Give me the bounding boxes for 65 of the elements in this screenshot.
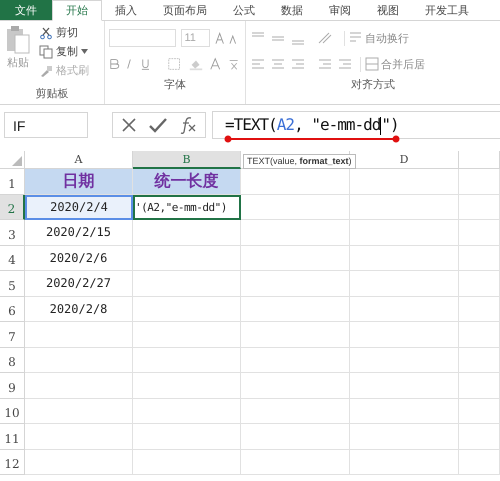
table-cell: '(A2,"e-mm-dd") bbox=[133, 194, 241, 220]
table-cell bbox=[459, 424, 500, 450]
table-cell: 日期 bbox=[25, 169, 133, 194]
table-cell bbox=[459, 450, 500, 475]
row-header[interactable]: 10 bbox=[0, 398, 25, 424]
table-cell bbox=[459, 169, 500, 194]
table-cell bbox=[459, 296, 500, 322]
group-label: 剪贴板 bbox=[34, 86, 70, 102]
table-cell: 统一长度 bbox=[133, 169, 241, 194]
ribbon-tab[interactable]: 插入 bbox=[102, 0, 150, 20]
ribbon-tab[interactable]: 视图 bbox=[364, 0, 412, 20]
clipboard-icon bbox=[5, 25, 31, 55]
caret-icon bbox=[81, 49, 88, 54]
row-header[interactable]: 8 bbox=[0, 348, 25, 373]
font-name-field[interactable] bbox=[109, 29, 176, 47]
ribbon-tab[interactable]: 数据 bbox=[268, 0, 316, 20]
ribbon-tab[interactable]: 页面布局 bbox=[150, 0, 220, 20]
copy-button[interactable]: 复制 bbox=[39, 44, 89, 59]
ribbon-tab[interactable]: 开发工具 bbox=[412, 0, 482, 20]
copy-icon bbox=[39, 44, 53, 58]
table-cell: 2020/2/27 bbox=[25, 271, 133, 296]
table-cell bbox=[459, 398, 500, 424]
table-cell bbox=[459, 322, 500, 348]
table-cell bbox=[459, 348, 500, 373]
row-header[interactable]: 4 bbox=[0, 246, 25, 271]
table-cell bbox=[459, 373, 500, 398]
row-header[interactable]: 6 bbox=[0, 296, 25, 322]
function-icon[interactable] bbox=[179, 116, 197, 134]
row-header[interactable]: 9 bbox=[0, 373, 25, 398]
function-tooltip: TEXT(value, format_text) bbox=[243, 154, 356, 169]
table-cell bbox=[459, 246, 500, 271]
merge-button[interactable]: 合并后居 bbox=[360, 56, 425, 72]
row-header[interactable]: 5 bbox=[0, 271, 25, 296]
row-header[interactable]: 7 bbox=[0, 322, 25, 348]
column-header[interactable]: B bbox=[133, 151, 241, 169]
wrap-text-button[interactable]: 自动换行 bbox=[344, 30, 409, 46]
select-all-icon[interactable] bbox=[12, 156, 22, 166]
table-cell: 2020/2/6 bbox=[25, 246, 133, 271]
check-icon[interactable] bbox=[149, 117, 167, 133]
row-header[interactable]: 12 bbox=[0, 450, 25, 475]
cut-button[interactable]: 剪切 bbox=[39, 25, 89, 40]
group-label: 字体 bbox=[163, 78, 187, 93]
column-header[interactable] bbox=[459, 151, 500, 169]
merge-icon bbox=[365, 57, 379, 71]
row-header[interactable]: 2 bbox=[0, 194, 25, 220]
ribbon-tab[interactable]: 公式 bbox=[220, 0, 268, 20]
font-color-icon[interactable] bbox=[209, 57, 222, 71]
group-label: 对齐方式 bbox=[350, 78, 396, 93]
column-header[interactable]: D bbox=[400, 153, 408, 166]
ribbon-tab[interactable]: 开始 bbox=[52, 0, 102, 21]
ribbon-tab[interactable]: 审阅 bbox=[316, 0, 364, 20]
ribbon-tab[interactable]: 文件 bbox=[0, 0, 52, 20]
row-header[interactable]: 11 bbox=[0, 424, 25, 450]
brush-icon bbox=[39, 64, 53, 78]
row-header[interactable]: 3 bbox=[0, 220, 25, 246]
table-cell bbox=[459, 271, 500, 296]
table-cell: 2020/2/15 bbox=[25, 220, 133, 246]
table-cell bbox=[459, 220, 500, 246]
scissors-icon bbox=[40, 26, 52, 39]
cancel-icon[interactable] bbox=[121, 117, 137, 133]
table-cell bbox=[459, 194, 500, 220]
table-cell: 2020/2/4 bbox=[25, 194, 133, 220]
column-header[interactable]: A bbox=[74, 153, 82, 166]
table-cell: 2020/2/8 bbox=[25, 296, 133, 322]
name-box[interactable]: IF bbox=[4, 112, 88, 138]
